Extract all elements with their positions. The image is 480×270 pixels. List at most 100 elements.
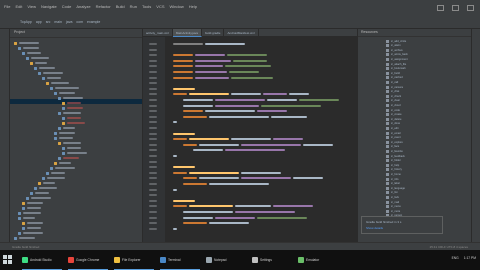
tree-node[interactable]	[58, 141, 81, 145]
resource-item[interactable]: ic_edit	[386, 126, 399, 130]
menu-tools[interactable]: Tools	[142, 4, 151, 9]
resource-item[interactable]: ic_cloud	[386, 103, 401, 107]
resource-item[interactable]: ic_call	[386, 80, 398, 84]
menu-refactor[interactable]: Refactor	[96, 4, 111, 9]
taskbar-app[interactable]: Terminal	[160, 254, 180, 266]
tree-node[interactable]	[46, 81, 69, 85]
tree-node[interactable]	[54, 161, 71, 165]
editor-tab-active[interactable]: MainActivity.java	[172, 29, 202, 37]
resource-item[interactable]: ic_check	[386, 94, 401, 98]
resource-item[interactable]: ic_explore	[386, 140, 403, 144]
tree-node[interactable]	[46, 171, 65, 175]
resource-item[interactable]: ic_archive	[386, 48, 403, 52]
resource-item[interactable]: ic_favorite	[386, 149, 403, 153]
windows-start-icon[interactable]	[3, 255, 13, 265]
tree-node[interactable]	[58, 111, 81, 115]
editor-tab[interactable]: AndroidManifest.xml	[224, 29, 259, 36]
menu-vcs[interactable]: VCS	[156, 4, 164, 9]
breadcrumb-item[interactable]: example	[87, 20, 100, 24]
tree-node[interactable]	[58, 126, 75, 130]
tree-node[interactable]	[58, 96, 83, 100]
tree-node[interactable]	[54, 136, 73, 140]
language-indicator[interactable]: ENG	[452, 256, 459, 260]
tree-node[interactable]	[34, 186, 57, 190]
taskbar-app[interactable]: File Explorer	[114, 254, 141, 266]
resource-item[interactable]: ic_add_circle	[386, 39, 406, 43]
taskbar-app[interactable]: Android Studio	[22, 254, 52, 266]
tree-node[interactable]	[22, 226, 41, 230]
resource-item[interactable]: ic_attach_file	[386, 62, 406, 66]
resource-item[interactable]: ic_bookmark	[386, 67, 406, 71]
left-tool-window-strip[interactable]	[0, 29, 10, 242]
tree-node[interactable]	[62, 101, 81, 105]
breadcrumb-item[interactable]: com	[76, 20, 83, 24]
resource-item[interactable]: ic_clear	[386, 99, 400, 103]
breadcrumb-item[interactable]: app	[36, 20, 42, 24]
tree-node[interactable]	[42, 176, 65, 180]
menu-code[interactable]: Code	[62, 4, 72, 9]
build-notification-popup[interactable]: Gradle build finished in 3 s Show detail…	[361, 216, 443, 234]
tree-node[interactable]	[62, 106, 83, 110]
resource-item[interactable]: ic_menu	[386, 205, 401, 209]
menu-build[interactable]: Build	[116, 4, 125, 9]
right-tool-window-strip[interactable]	[471, 29, 480, 242]
tree-node[interactable]	[50, 86, 79, 90]
breadcrumb-item[interactable]: src	[46, 20, 51, 24]
maximize-button[interactable]	[452, 5, 459, 11]
tree-node[interactable]	[54, 131, 75, 135]
menu-run[interactable]: Run	[130, 4, 137, 9]
menu-window[interactable]: Window	[170, 4, 184, 9]
taskbar-app[interactable]: Emulator	[298, 254, 319, 266]
taskbar-app[interactable]: Google Chrome	[68, 254, 99, 266]
resource-item[interactable]: ic_assignment	[386, 57, 408, 61]
resource-item[interactable]: ic_code	[386, 108, 400, 112]
resource-item[interactable]: ic_camera	[386, 85, 403, 89]
tree-node[interactable]	[58, 156, 79, 160]
tree-node[interactable]	[26, 196, 51, 200]
resource-item[interactable]: ic_done	[386, 122, 400, 126]
close-button[interactable]	[467, 5, 474, 11]
tree-node[interactable]	[54, 91, 75, 95]
menu-view[interactable]: View	[27, 4, 36, 9]
tree-node[interactable]	[42, 76, 61, 80]
resource-item[interactable]: ic_info	[386, 177, 399, 181]
resource-item[interactable]: ic_more	[386, 209, 400, 213]
tree-node[interactable]	[18, 231, 43, 235]
tree-node[interactable]	[62, 146, 81, 150]
resource-item[interactable]: ic_build	[386, 71, 400, 75]
tree-node[interactable]	[30, 61, 47, 65]
resource-item[interactable]: ic_mail	[386, 200, 399, 204]
tree-node[interactable]	[22, 51, 41, 55]
tree-node[interactable]	[22, 221, 43, 225]
tree-node[interactable]	[22, 201, 43, 205]
tree-node[interactable]	[62, 121, 85, 125]
resource-item[interactable]: ic_language	[386, 186, 405, 190]
tree-node[interactable]	[34, 66, 55, 70]
resource-item[interactable]: ic_delete	[386, 117, 401, 121]
resource-item[interactable]: ic_alarm	[386, 44, 401, 48]
resource-item[interactable]: ic_lock	[386, 195, 399, 199]
code-editor[interactable]: activity_main.xml MainActivity.java buil…	[143, 29, 357, 242]
resource-item[interactable]: ic_create	[386, 113, 402, 117]
resource-item[interactable]: ic_arrow_back	[386, 53, 408, 57]
editor-tab[interactable]: build.gradle	[202, 29, 225, 36]
resource-item[interactable]: ic_cached	[386, 76, 403, 80]
tree-node[interactable]	[38, 71, 63, 75]
resource-item[interactable]: ic_chat	[386, 90, 399, 94]
breadcrumb-item[interactable]: TopApp	[20, 20, 32, 24]
taskbar-app[interactable]: Notepad	[206, 254, 226, 266]
resource-item[interactable]: ic_feedback	[386, 154, 405, 158]
minimize-button[interactable]	[437, 5, 444, 11]
tree-node[interactable]	[38, 181, 55, 185]
resource-item[interactable]: ic_face	[386, 145, 399, 149]
tree-node[interactable]	[30, 191, 49, 195]
editor-tab[interactable]: activity_main.xml	[143, 29, 173, 36]
resource-item[interactable]: ic_event	[386, 136, 401, 140]
menu-help[interactable]: Help	[189, 4, 197, 9]
menu-file[interactable]: File	[4, 4, 10, 9]
resource-item[interactable]: ic_home	[386, 172, 401, 176]
menu-edit[interactable]: Edit	[15, 4, 22, 9]
resource-item[interactable]: ic_history	[386, 168, 402, 172]
tree-node[interactable]	[26, 56, 49, 60]
clock[interactable]: 1:17 PM	[464, 256, 476, 260]
